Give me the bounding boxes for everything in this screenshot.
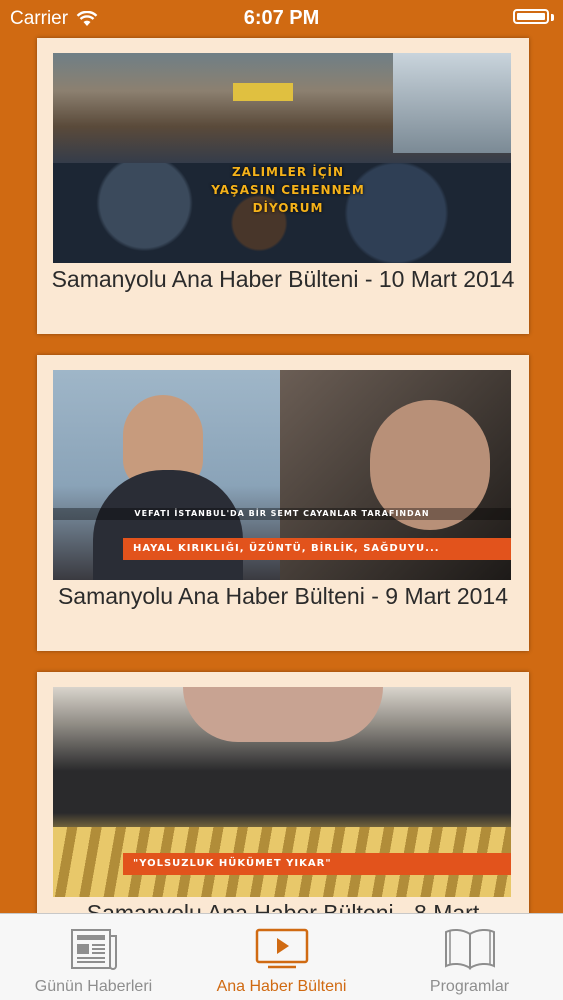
- video-card[interactable]: "YOLSUZLUK HÜKÜMET YIKAR" Samanyolu Ana …: [37, 672, 529, 913]
- tab-label: Günün Haberleri: [34, 978, 153, 995]
- video-caption-overlay: "YOLSUZLUK HÜKÜMET YIKAR": [123, 853, 511, 875]
- video-thumbnail[interactable]: VEFATI İSTANBUL'DA BİR SEMT CAYANLAR TAR…: [53, 370, 511, 580]
- book-icon: [444, 928, 495, 970]
- shop-sign: [233, 83, 293, 101]
- newspaper-icon: [70, 929, 117, 970]
- tab-ana-haber-bulteni[interactable]: Ana Haber Bülteni: [188, 914, 375, 1000]
- clock: 6:07 PM: [243, 7, 320, 29]
- news-ticker: VEFATI İSTANBUL'DA BİR SEMT CAYANLAR TAR…: [53, 508, 511, 520]
- banner-portrait: [183, 687, 383, 742]
- video-play-icon: [255, 928, 308, 969]
- tab-label: Programlar: [429, 978, 510, 995]
- video-caption-overlay: HAYAL KIRIKLIĞI, ÜZÜNTÜ, BİRLİK, SAĞDUYU…: [123, 538, 511, 560]
- video-card[interactable]: ZALIMLER İÇİN YAŞASIN CEHENNEM DİYORUM S…: [37, 38, 529, 334]
- caption-line: DİYORUM: [252, 201, 324, 215]
- caption-line: YAŞASIN CEHENNEM: [211, 183, 365, 197]
- tab-label: Ana Haber Bülteni: [216, 978, 347, 995]
- battery-tip: [551, 14, 554, 21]
- battery-icon: [513, 9, 549, 24]
- tab-gunun-haberleri[interactable]: Günün Haberleri: [0, 914, 187, 1000]
- person-suit: [93, 470, 243, 580]
- video-caption-overlay: ZALIMLER İÇİN YAŞASIN CEHENNEM DİYORUM: [173, 163, 403, 217]
- tab-bar: Günün Haberleri Ana Haber Bülteni Progra…: [0, 913, 563, 1000]
- video-card[interactable]: VEFATI İSTANBUL'DA BİR SEMT CAYANLAR TAR…: [37, 355, 529, 651]
- building-background: [393, 53, 511, 153]
- video-title: Samanyolu Ana Haber Bülteni - 9 Mart 201…: [57, 583, 509, 609]
- caption-line: ZALIMLER İÇİN: [231, 165, 345, 179]
- video-title: Samanyolu Ana Haber Bülteni - 8 Mart: [86, 900, 480, 913]
- status-bar: Carrier 6:07 PM: [0, 0, 563, 38]
- tab-programlar[interactable]: Programlar: [376, 914, 563, 1000]
- video-thumbnail[interactable]: ZALIMLER İÇİN YAŞASIN CEHENNEM DİYORUM: [53, 53, 511, 263]
- video-thumbnail[interactable]: "YOLSUZLUK HÜKÜMET YIKAR": [53, 687, 511, 897]
- video-title: Samanyolu Ana Haber Bülteni - 10 Mart 20…: [51, 266, 515, 292]
- video-feed[interactable]: ZALIMLER İÇİN YAŞASIN CEHENNEM DİYORUM S…: [0, 0, 563, 913]
